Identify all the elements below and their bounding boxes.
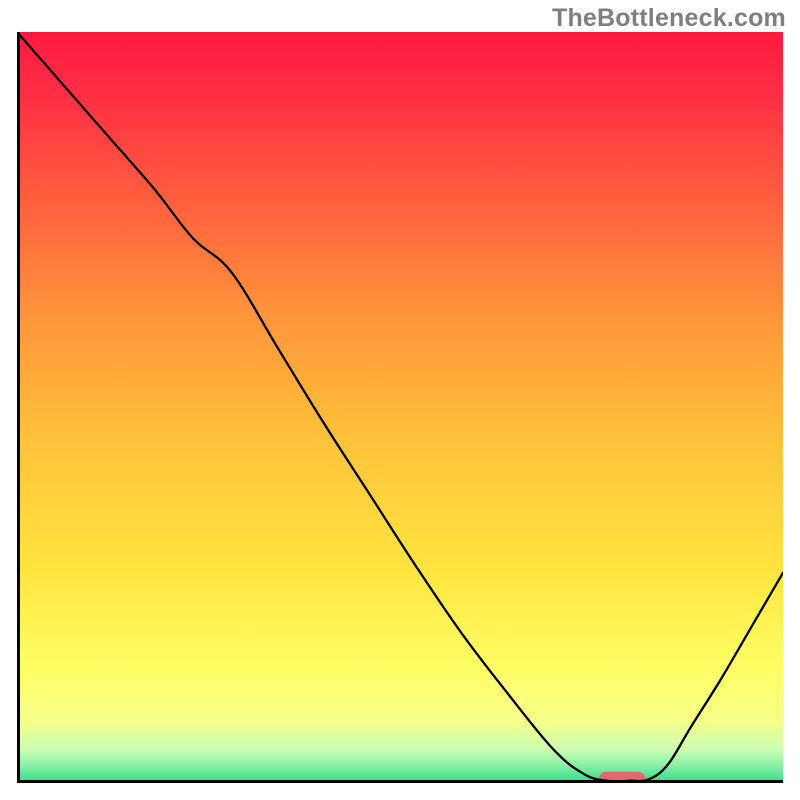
watermark-text: TheBottleneck.com [552, 4, 786, 33]
chart-background [17, 32, 783, 783]
bottleneck-chart [17, 32, 783, 783]
